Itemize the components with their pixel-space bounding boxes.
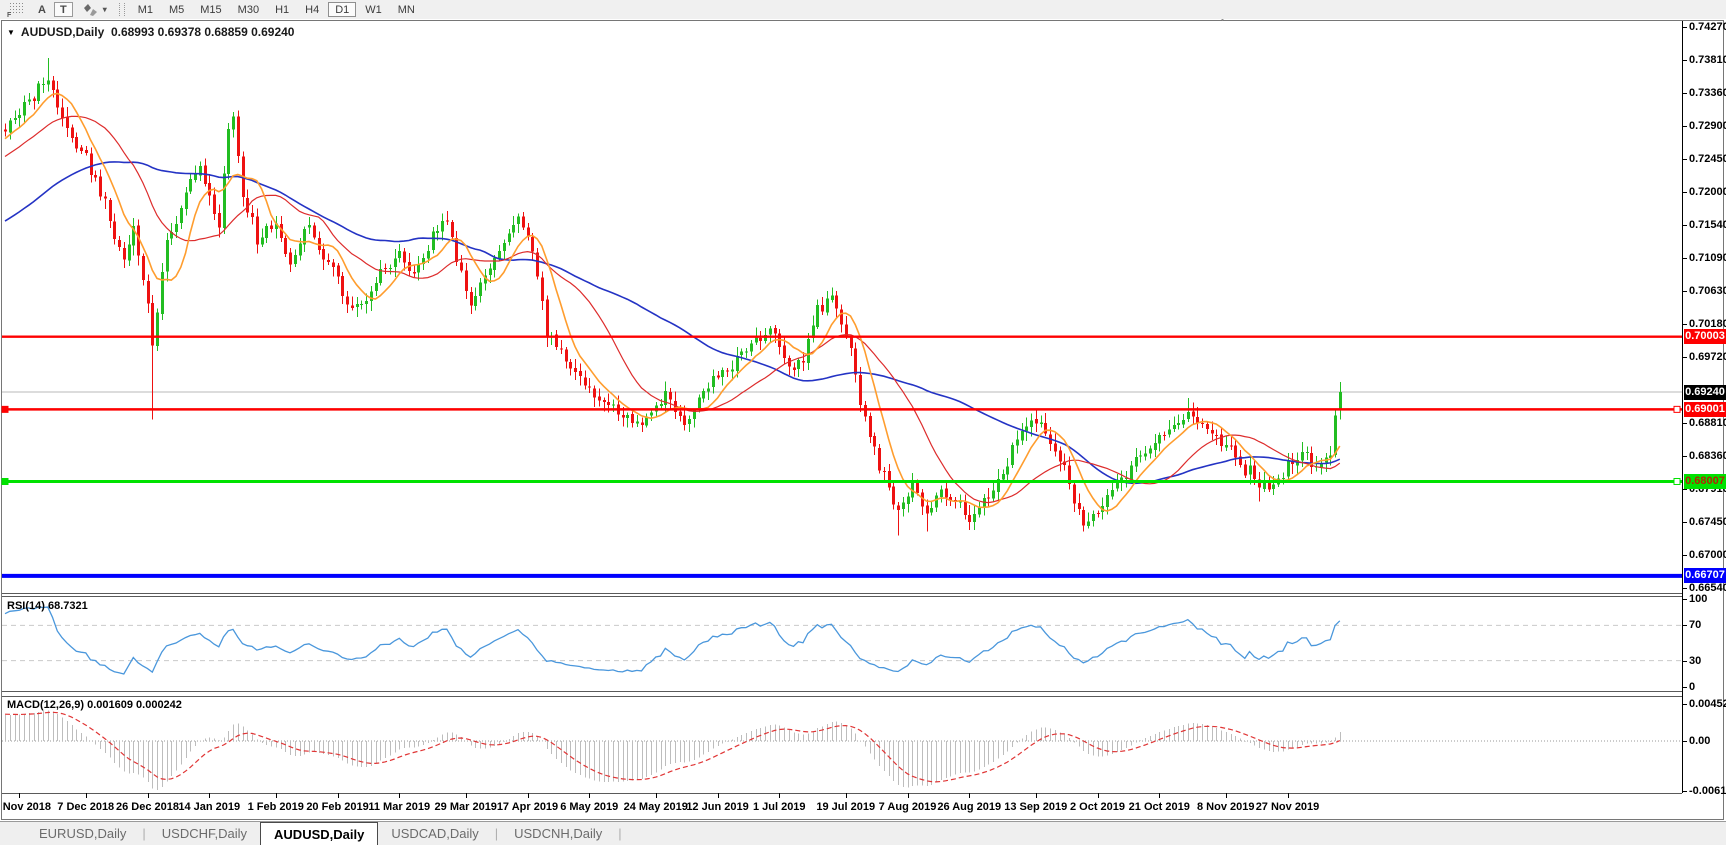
svg-text:F: F <box>7 12 12 17</box>
macd-label: MACD(12,26,9) <box>7 699 84 711</box>
line-handle-left[interactable] <box>2 478 8 484</box>
macd-axis-tick: 0.00 <box>1689 735 1710 748</box>
price-tag-resistance-line-069001: 0.69001 <box>1684 402 1726 417</box>
toolbar: F A T ▾ M1M5M15M30H1H4D1W1MN <box>0 0 1726 19</box>
timeframe-button-h1[interactable]: H1 <box>268 2 296 17</box>
chevron-down-icon: ▾ <box>103 5 107 14</box>
macd-panel-label: MACD(12,26,9) 0.001609 0.000242 <box>7 699 182 711</box>
rsi-axis-tick: 70 <box>1689 619 1701 632</box>
price-axis-tick: 0.69720 <box>1689 351 1726 364</box>
price-axis-tick: 0.70630 <box>1689 285 1726 298</box>
timeframe-button-h4[interactable]: H4 <box>298 2 326 17</box>
text-box-button[interactable]: T <box>54 2 73 17</box>
chart-tab-bar: EURUSD,Daily|USDCHF,DailyAUDUSD,DailyUSD… <box>0 821 1726 845</box>
price-axis-tick: 0.72000 <box>1689 186 1726 199</box>
line-handle-left[interactable] <box>2 406 8 412</box>
timeframe-button-m5[interactable]: M5 <box>162 2 191 17</box>
price-tag-support-line-068007: 0.68007 <box>1684 474 1726 489</box>
price-axis-tick: 0.67450 <box>1689 516 1726 529</box>
chart-title-ohlc: 0.68993 0.69378 0.68859 0.69240 <box>111 25 295 39</box>
tab-separator: | <box>492 822 501 845</box>
tab-usdcad[interactable]: USDCAD,Daily <box>378 822 491 845</box>
toolbar-grip[interactable] <box>119 3 125 16</box>
rsi-value: 68.7321 <box>48 600 88 612</box>
timeframe-button-mn[interactable]: MN <box>391 2 422 17</box>
timeframe-button-w1[interactable]: W1 <box>358 2 389 17</box>
tab-bar-lead <box>0 822 26 845</box>
macd-axis-tick: 0.004528 <box>1689 698 1726 711</box>
time-axis-label: 27 Nov 2019 <box>1245 801 1331 813</box>
symbol-dropdown-icon[interactable]: ▼ <box>7 28 15 37</box>
drawing-tools-button[interactable]: ▾ <box>75 2 113 17</box>
price-axis-tick: 0.68810 <box>1689 417 1726 430</box>
timeframe-group: M1M5M15M30H1H4D1W1MN <box>130 2 423 17</box>
tab-audusd[interactable]: AUDUSD,Daily <box>260 822 378 845</box>
line-handle-right[interactable] <box>1674 406 1680 412</box>
price-tag-resistance-line-070003: 0.70003 <box>1684 329 1726 344</box>
price-axis-tick: 0.68360 <box>1689 450 1726 463</box>
pattern-grid-icon[interactable]: F <box>1 2 30 17</box>
price-axis-tick: 0.72450 <box>1689 153 1726 166</box>
text-annotation-button[interactable]: A <box>32 2 52 17</box>
rsi-axis-tick: 30 <box>1689 655 1701 668</box>
chart-title-symbol: AUDUSD,Daily <box>21 25 104 39</box>
timeframe-button-d1[interactable]: D1 <box>328 2 356 17</box>
rsi-panel-label: RSI(14) 68.7321 <box>7 600 88 612</box>
price-tag-current-price: 0.69240 <box>1684 385 1726 400</box>
chart-title: ▼ AUDUSD,Daily 0.68993 0.69378 0.68859 0.… <box>7 25 294 39</box>
price-axis-tick: 0.72900 <box>1689 120 1726 133</box>
tab-separator: | <box>139 822 148 845</box>
tab-separator: | <box>615 822 624 845</box>
price-axis-tick: 0.73360 <box>1689 87 1726 100</box>
macd-axis-tick: -0.00612 <box>1689 785 1726 798</box>
tab-eurusd[interactable]: EURUSD,Daily <box>26 822 139 845</box>
tab-usdchf[interactable]: USDCHF,Daily <box>149 822 260 845</box>
price-tag-support-line-066707: 0.66707 <box>1684 568 1726 583</box>
price-axis-tick: 0.74270 <box>1689 21 1726 34</box>
rsi-label: RSI(14) <box>7 600 45 612</box>
price-axis-tick: 0.73810 <box>1689 54 1726 67</box>
price-axis-tick: 0.71090 <box>1689 252 1726 265</box>
rsi-axis-tick: 100 <box>1689 593 1707 606</box>
timeframe-button-m15[interactable]: M15 <box>193 2 228 17</box>
price-axis-tick: 0.67000 <box>1689 549 1726 562</box>
timeframe-button-m1[interactable]: M1 <box>131 2 160 17</box>
macd-values: 0.001609 0.000242 <box>87 699 182 711</box>
line-handle-right[interactable] <box>1674 478 1680 484</box>
rsi-axis-tick: 0 <box>1689 681 1695 694</box>
price-axis-tick: 0.71540 <box>1689 219 1726 232</box>
chart-canvas[interactable] <box>0 0 1726 845</box>
timeframe-button-m30[interactable]: M30 <box>231 2 266 17</box>
tab-usdcnh[interactable]: USDCNH,Daily <box>501 822 615 845</box>
